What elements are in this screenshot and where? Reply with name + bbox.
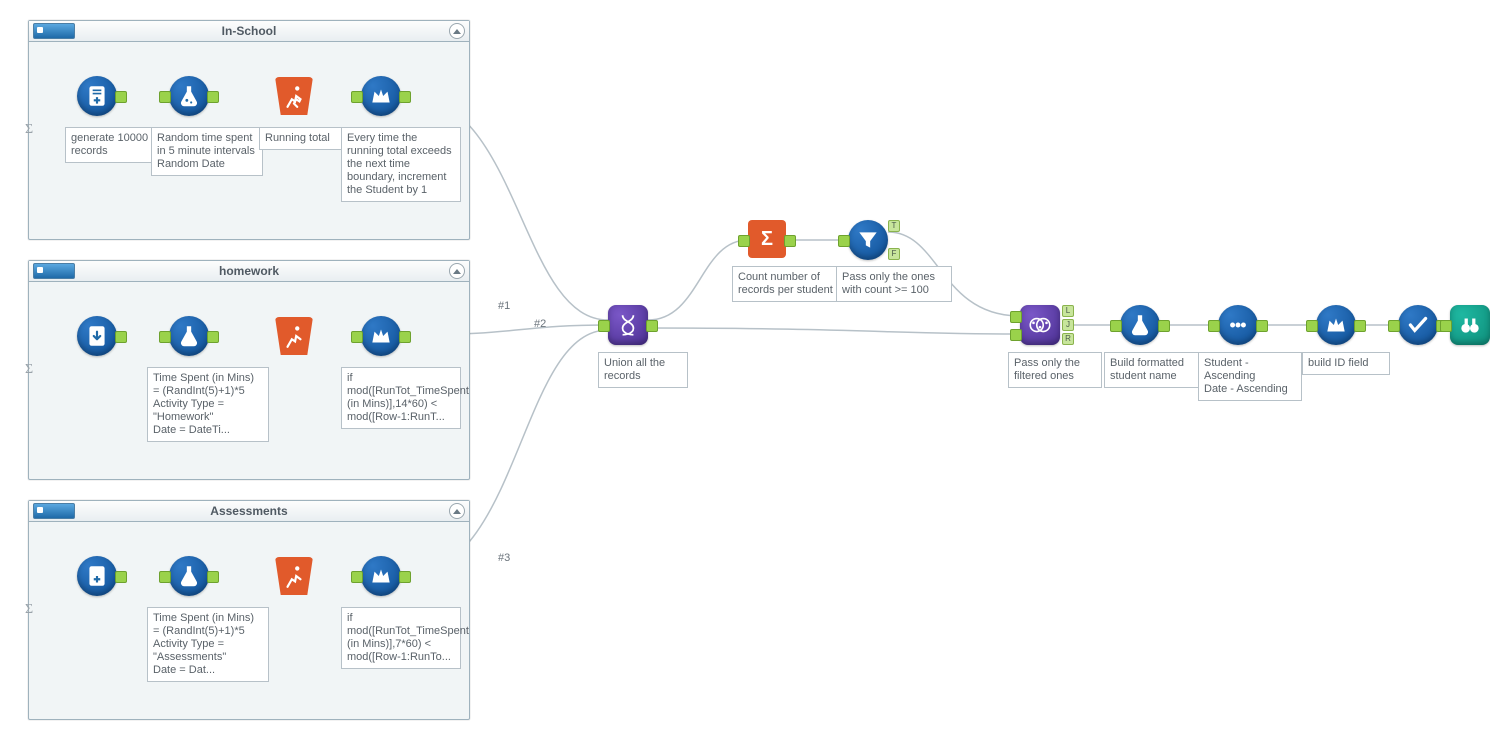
crown-flask-icon — [368, 323, 394, 349]
check-icon — [1405, 312, 1431, 338]
flask-icon — [176, 83, 202, 109]
tool-label: Time Spent (in Mins) = (RandInt(5)+1)*5 … — [147, 607, 269, 682]
sigma-icon: Σ — [25, 362, 33, 378]
container-handle-icon — [33, 503, 75, 519]
dots-icon — [1225, 312, 1251, 338]
tool-label: Count number of records per student — [732, 266, 842, 302]
crown-flask-icon — [1323, 312, 1349, 338]
container-title-in-school[interactable]: In-School — [29, 21, 469, 42]
tool-label: Student - Ascending Date - Ascending — [1198, 352, 1302, 401]
tool-label: if mod([RunTot_TimeSpent (in Mins)],7*60… — [341, 607, 461, 669]
collapse-button[interactable] — [449, 263, 465, 279]
edge-label-3: #3 — [498, 552, 510, 564]
tool-label: Build formatted student name — [1104, 352, 1204, 388]
sigma-icon: Σ — [25, 602, 33, 618]
tool-label: generate 10000 records — [65, 127, 165, 163]
tool-label: Random time spent in 5 minute intervals … — [151, 127, 263, 176]
dna-icon — [615, 312, 641, 338]
document-plus-icon — [84, 83, 110, 109]
flask-icon — [176, 323, 202, 349]
container-title-assessments[interactable]: Assessments — [29, 501, 469, 522]
container-title-homework[interactable]: homework — [29, 261, 469, 282]
edge-label-1: #1 — [498, 300, 510, 312]
container-title-text: Assessments — [210, 504, 287, 518]
tool-label: Time Spent (in Mins) = (RandInt(5)+1)*5 … — [147, 367, 269, 442]
sigma-icon: Σ — [761, 228, 773, 251]
tool-label: Pass only the ones with count >= 100 — [836, 266, 952, 302]
tool-label: Union all the records — [598, 352, 688, 388]
tool-label: Running total — [259, 127, 349, 150]
sort-tool[interactable] — [1316, 305, 1356, 345]
container-handle-icon — [33, 263, 75, 279]
document-plus-icon — [84, 563, 110, 589]
tool-label: build ID field — [1302, 352, 1390, 375]
join-outputs: LJR — [1062, 305, 1074, 345]
collapse-button[interactable] — [449, 503, 465, 519]
runner-icon — [281, 563, 307, 589]
formula-tool[interactable] — [169, 556, 209, 596]
multi-row-formula-tool[interactable] — [361, 76, 401, 116]
sigma-icon: Σ — [25, 122, 33, 138]
text-input-tool[interactable] — [77, 76, 117, 116]
union-tool[interactable] — [608, 305, 648, 345]
formula-tool[interactable] — [169, 76, 209, 116]
crown-flask-icon — [368, 563, 394, 589]
container-in-school[interactable]: In-School Σ generate 10000 records Rando… — [28, 20, 470, 240]
join-icon — [1027, 312, 1053, 338]
browse-tool[interactable] — [1450, 305, 1490, 345]
filter-outputs: TF — [888, 220, 900, 260]
container-homework[interactable]: homework Σ Time Spent (in Mins) = (RandI… — [28, 260, 470, 480]
join-tool[interactable]: LJR — [1020, 305, 1060, 345]
summarize-tool[interactable]: Σ — [748, 220, 786, 258]
unique-tool[interactable] — [1398, 305, 1438, 345]
container-assessments[interactable]: Assessments Σ Time Spent (in Mins) = (Ra… — [28, 500, 470, 720]
document-down-icon — [84, 323, 110, 349]
tool-label: if mod([RunTot_TimeSpent (in Mins)],14*6… — [341, 367, 461, 429]
running-total-tool[interactable] — [275, 77, 313, 115]
running-total-tool[interactable] — [275, 557, 313, 595]
runner-icon — [281, 83, 307, 109]
tool-label: Pass only the filtered ones — [1008, 352, 1102, 388]
text-input-tool[interactable] — [77, 556, 117, 596]
running-total-tool[interactable] — [275, 317, 313, 355]
binoculars-icon — [1457, 312, 1483, 338]
select-tool[interactable] — [1218, 305, 1258, 345]
runner-icon — [281, 323, 307, 349]
formula-tool[interactable] — [169, 316, 209, 356]
tool-label: Every time the running total exceeds the… — [341, 127, 461, 202]
edge-label-2: #2 — [534, 318, 546, 330]
funnel-icon — [855, 227, 881, 253]
container-handle-icon — [33, 23, 75, 39]
text-input-tool[interactable] — [77, 316, 117, 356]
container-title-text: homework — [219, 264, 279, 278]
flask-icon — [176, 563, 202, 589]
formula-tool[interactable] — [1120, 305, 1160, 345]
collapse-button[interactable] — [449, 23, 465, 39]
multi-row-formula-tool[interactable] — [361, 556, 401, 596]
container-title-text: In-School — [222, 24, 277, 38]
multi-row-formula-tool[interactable] — [361, 316, 401, 356]
crown-flask-icon — [368, 83, 394, 109]
filter-tool[interactable]: TF — [848, 220, 888, 260]
flask-icon — [1127, 312, 1153, 338]
